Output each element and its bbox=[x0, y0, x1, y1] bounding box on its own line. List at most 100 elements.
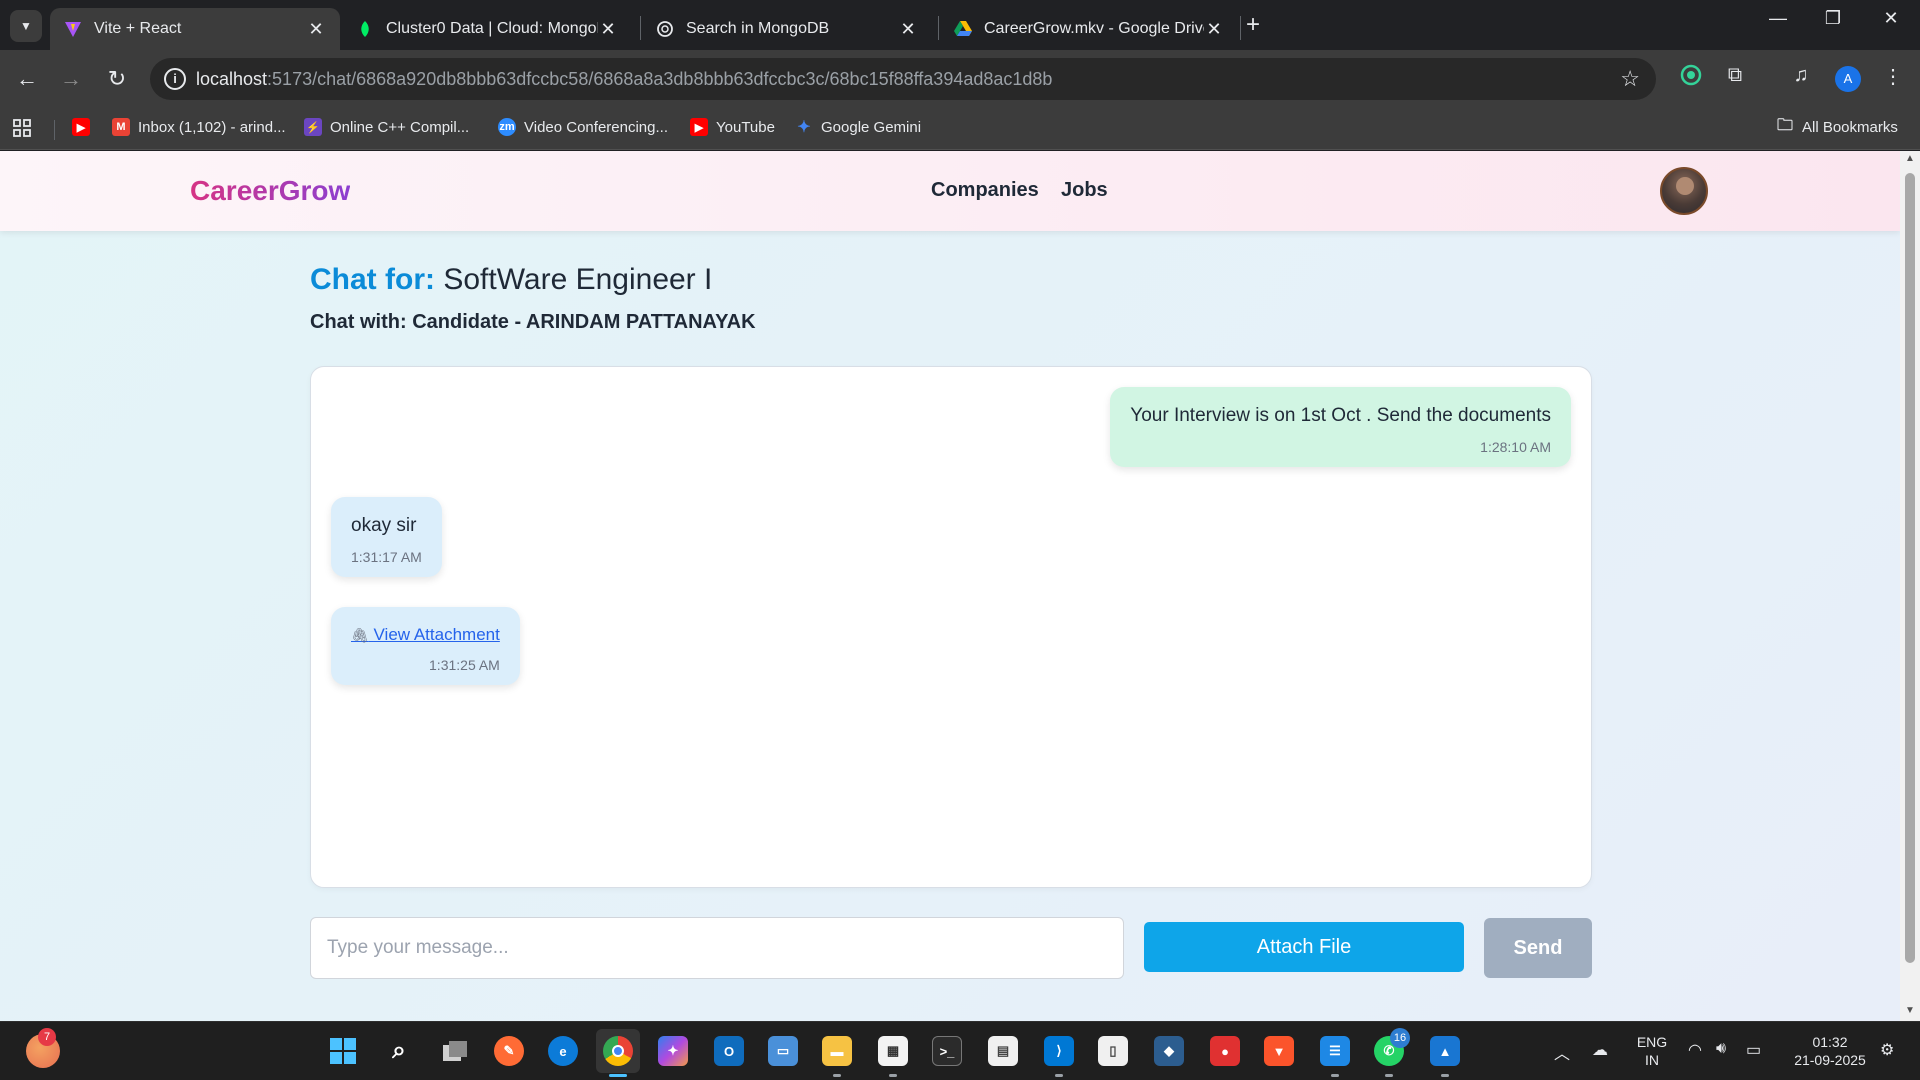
nav-jobs[interactable]: Jobs bbox=[1061, 179, 1108, 202]
battery-icon[interactable]: ▭ bbox=[1746, 1040, 1761, 1060]
notes-app-icon[interactable]: ☰ bbox=[1320, 1036, 1350, 1066]
video-app-icon[interactable]: ● bbox=[1210, 1036, 1240, 1066]
user-avatar[interactable] bbox=[1660, 167, 1708, 215]
youtube-icon: ▶ bbox=[72, 118, 90, 136]
bookmark-zoom[interactable]: zm Video Conferencing... bbox=[498, 118, 668, 136]
tab-title: Vite + React bbox=[94, 20, 182, 37]
chrome-icon bbox=[603, 1036, 633, 1066]
bookmark-star-icon[interactable]: ☆ bbox=[1620, 66, 1640, 92]
notepad-icon[interactable]: ▤ bbox=[988, 1036, 1018, 1066]
scroll-thumb[interactable] bbox=[1905, 173, 1915, 963]
tab-search-button[interactable]: ▼ bbox=[10, 10, 42, 42]
bookmarks-bar: ▶ M Inbox (1,102) - arind... ⚡ Online C++ … bbox=[0, 108, 1920, 150]
minimize-button[interactable]: — bbox=[1758, 8, 1798, 29]
bookmark-label: Video Conferencing... bbox=[524, 118, 668, 136]
extension-circle-icon[interactable] bbox=[1676, 64, 1706, 92]
bookmark-youtube-shortcut[interactable]: ▶ bbox=[72, 118, 98, 136]
message-received: okay sir 1:31:17 AM bbox=[331, 497, 442, 577]
app-logo[interactable]: CareerGrow bbox=[190, 175, 350, 207]
forward-button[interactable]: → bbox=[56, 64, 86, 94]
folder-icon: 🗀 bbox=[1776, 116, 1793, 134]
chat-messages-panel[interactable]: Your Interview is on 1st Oct . Send the … bbox=[310, 366, 1592, 888]
tab-title: Search in MongoDB bbox=[686, 20, 830, 37]
message-time: 1:28:10 AM bbox=[1480, 439, 1551, 455]
url-path: :5173/chat/6868a920db8bbb63dfccbc58/6868… bbox=[267, 69, 1053, 89]
bookmark-gmail[interactable]: M Inbox (1,102) - arind... bbox=[112, 118, 286, 136]
file-explorer-icon[interactable]: ▬ bbox=[822, 1036, 852, 1066]
site-info-icon[interactable]: i bbox=[164, 68, 186, 90]
close-icon[interactable]: ✕ bbox=[898, 19, 918, 40]
bookmark-cpp-compiler[interactable]: ⚡ Online C++ Compil... bbox=[304, 118, 469, 136]
scroll-up-arrow-icon[interactable]: ▲ bbox=[1904, 153, 1916, 164]
message-text: Your Interview is on 1st Oct . Send the … bbox=[1130, 405, 1551, 426]
mongodb-leaf-icon bbox=[356, 20, 374, 38]
close-icon[interactable]: ✕ bbox=[598, 19, 618, 40]
message-sent: Your Interview is on 1st Oct . Send the … bbox=[1110, 387, 1571, 467]
nav-companies[interactable]: Companies bbox=[931, 179, 1039, 202]
browser-tab-strip: ▼ Vite + React ✕ Cluster0 Data | Cloud: … bbox=[0, 0, 1920, 50]
chrome-taskbar-button[interactable] bbox=[596, 1029, 640, 1073]
search-icon[interactable]: ⌕ bbox=[384, 1036, 414, 1066]
language-indicator[interactable]: ENG IN bbox=[1632, 1033, 1672, 1069]
edge-icon[interactable]: e bbox=[548, 1036, 578, 1066]
new-tab-button[interactable]: + bbox=[1246, 12, 1260, 38]
chevron-down-icon: ▼ bbox=[20, 19, 32, 33]
clock[interactable]: 01:32 21-09-2025 bbox=[1784, 1033, 1876, 1069]
send-button[interactable]: Send bbox=[1484, 918, 1592, 978]
document-icon[interactable]: ▯ bbox=[1098, 1036, 1128, 1066]
media-control-icon[interactable]: ♫ bbox=[1786, 64, 1816, 87]
message-time: 1:31:17 AM bbox=[351, 549, 422, 565]
running-indicator bbox=[1385, 1074, 1393, 1077]
url-text[interactable]: localhost:5173/chat/6868a920db8bbb63dfcc… bbox=[196, 69, 1052, 90]
vite-icon bbox=[64, 20, 82, 38]
extensions-puzzle-icon[interactable]: ⧉ bbox=[1720, 64, 1750, 87]
desktop-app-icon[interactable]: ▭ bbox=[768, 1036, 798, 1066]
copilot-icon[interactable]: ✦ bbox=[658, 1036, 688, 1066]
wifi-icon[interactable]: ◠ bbox=[1688, 1040, 1702, 1060]
bookmark-youtube[interactable]: ▶ YouTube bbox=[690, 118, 775, 136]
tab-google-drive[interactable]: CareerGrow.mkv - Google Drive ✕ bbox=[940, 8, 1238, 50]
photos-icon[interactable]: ▲ bbox=[1430, 1036, 1460, 1066]
tab-vite-react[interactable]: Vite + React ✕ bbox=[50, 8, 340, 50]
notifications-icon[interactable]: ⚙ bbox=[1880, 1040, 1894, 1060]
apps-grid-icon[interactable] bbox=[12, 118, 32, 138]
back-button[interactable]: ← bbox=[12, 64, 42, 94]
message-input[interactable] bbox=[310, 917, 1124, 979]
brave-icon[interactable]: ▼ bbox=[1264, 1036, 1294, 1066]
vscode-icon[interactable]: ⟩ bbox=[1044, 1036, 1074, 1066]
mysql-workbench-icon[interactable]: ◆ bbox=[1154, 1036, 1184, 1066]
all-bookmarks-button[interactable]: 🗀 All Bookmarks bbox=[1776, 116, 1898, 136]
task-view-icon[interactable] bbox=[440, 1036, 470, 1066]
restore-button[interactable]: ❐ bbox=[1813, 8, 1853, 29]
view-attachment-link[interactable]: 🖇 View Attachment bbox=[351, 625, 500, 645]
show-hidden-icons-chevron-icon[interactable]: ︿ bbox=[1554, 1040, 1570, 1064]
message-text: okay sir bbox=[351, 515, 417, 536]
profile-avatar[interactable]: A bbox=[1835, 66, 1861, 92]
onedrive-cloud-icon[interactable]: ☁ bbox=[1592, 1040, 1608, 1060]
terminal-icon[interactable]: >_ bbox=[932, 1036, 962, 1066]
avatar-face bbox=[1676, 177, 1694, 195]
scroll-down-arrow-icon[interactable]: ▼ bbox=[1904, 1005, 1916, 1016]
microsoft-store-icon[interactable]: ▦ bbox=[878, 1036, 908, 1066]
page-viewport: CareerGrow Companies Jobs Chat for: Soft… bbox=[0, 151, 1900, 1021]
app-orange-icon[interactable]: ✎ bbox=[494, 1036, 524, 1066]
close-window-button[interactable]: ✕ bbox=[1871, 8, 1911, 29]
bookmark-gemini[interactable]: ✦ Google Gemini bbox=[795, 118, 921, 137]
running-indicator bbox=[1055, 1074, 1063, 1077]
close-icon[interactable]: ✕ bbox=[306, 19, 326, 40]
tab-search-mongodb[interactable]: Search in MongoDB ✕ bbox=[642, 8, 932, 50]
clock-date: 21-09-2025 bbox=[1794, 1052, 1866, 1068]
message-time: 1:31:25 AM bbox=[429, 657, 500, 673]
volume-icon[interactable]: 🔊︎ bbox=[1716, 1040, 1726, 1058]
close-icon[interactable]: ✕ bbox=[1204, 19, 1224, 40]
openai-icon bbox=[656, 20, 674, 38]
reload-button[interactable]: ↻ bbox=[102, 64, 132, 94]
windows-start-icon[interactable] bbox=[328, 1036, 358, 1066]
page-scrollbar[interactable]: ▲ ▼ bbox=[1900, 151, 1920, 1021]
more-menu-icon[interactable]: ⋮ bbox=[1878, 64, 1908, 89]
address-bar[interactable]: i localhost:5173/chat/6868a920db8bbb63df… bbox=[150, 58, 1656, 100]
tab-mongodb-cluster[interactable]: Cluster0 Data | Cloud: MongoDB ✕ bbox=[342, 8, 632, 50]
chat-with-label: Chat with: Candidate - ARINDAM PATTANAYA… bbox=[310, 311, 756, 333]
attach-file-button[interactable]: Attach File bbox=[1144, 922, 1464, 972]
outlook-icon[interactable]: O bbox=[714, 1036, 744, 1066]
